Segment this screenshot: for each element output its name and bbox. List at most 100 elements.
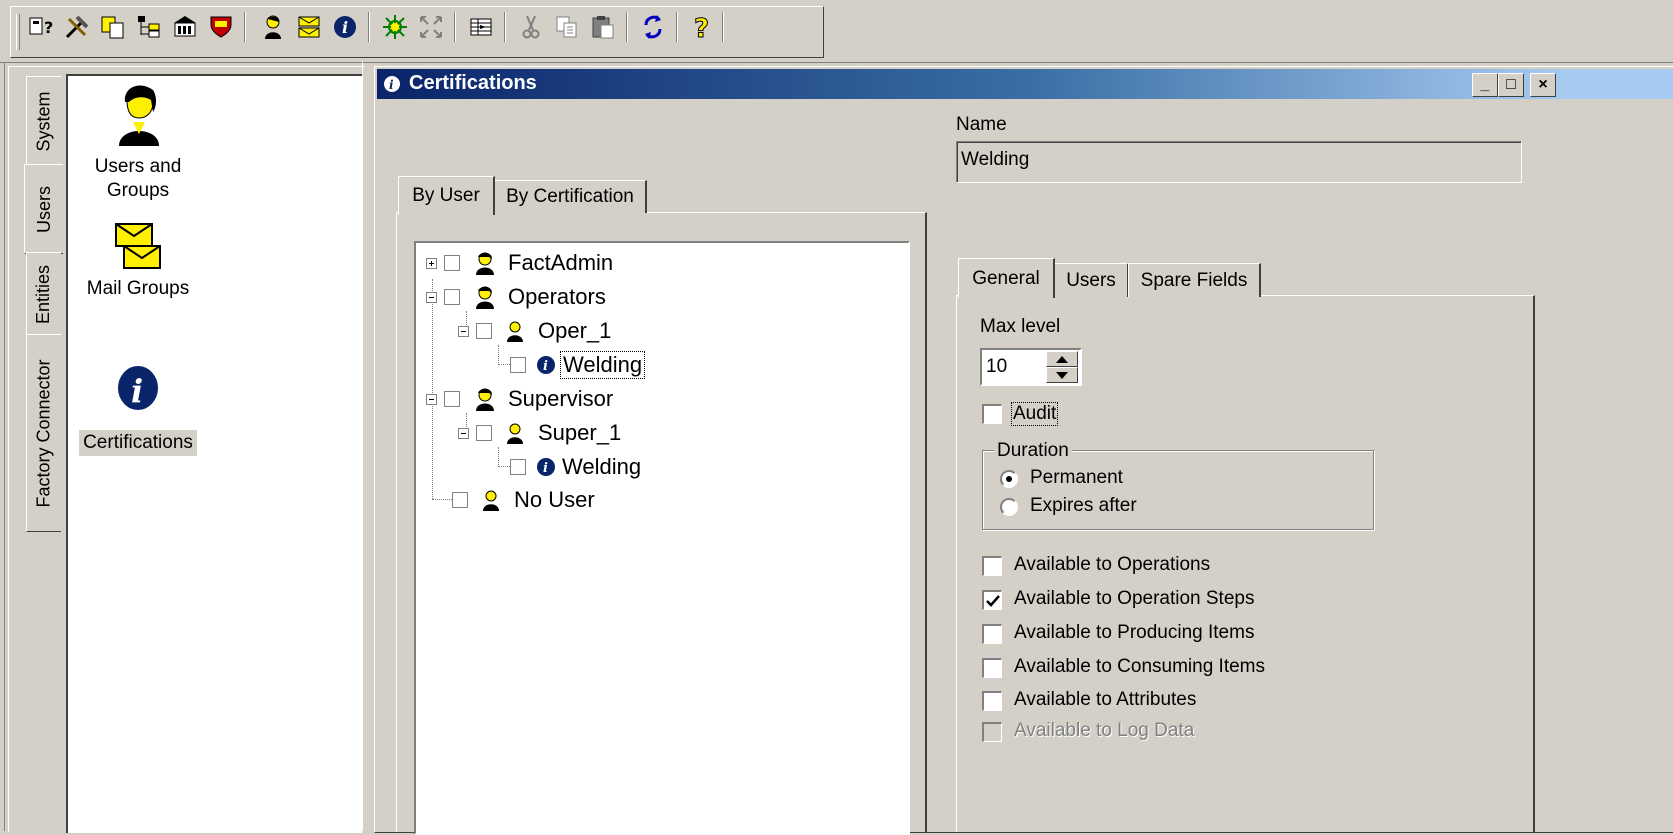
tree-node-label: Oper_1 [538, 318, 612, 343]
help-icon: ? [694, 14, 710, 42]
user-icon [119, 85, 159, 146]
sidebar-tab-factory-connector[interactable]: Factory Connector [26, 334, 61, 532]
available-to-log-data-checkbox [982, 722, 1002, 742]
node-checkbox[interactable] [476, 323, 492, 339]
info-icon: i [334, 16, 356, 38]
available-to-attributes-checkbox[interactable] [982, 691, 1002, 711]
building-button[interactable] [168, 10, 202, 44]
nav-certifications[interactable]: i Certifications [68, 364, 208, 456]
sidebar-tab-users[interactable]: Users [24, 164, 63, 254]
tree-node[interactable]: Super_1 [458, 417, 621, 449]
building-icon [174, 16, 196, 37]
spin-up-button[interactable] [1046, 351, 1078, 367]
users-toolbar-button[interactable] [256, 10, 290, 44]
node-checkbox[interactable] [444, 255, 460, 271]
svg-text:i: i [543, 461, 548, 476]
available-to-operations-checkbox[interactable] [982, 556, 1002, 576]
node-checkbox[interactable] [452, 492, 468, 508]
window-title: Certifications [409, 72, 537, 94]
tree-view-button[interactable] [132, 10, 166, 44]
tree-node[interactable]: Operators [426, 281, 606, 313]
paste-button[interactable] [586, 10, 620, 44]
info-toolbar-button[interactable]: i [328, 10, 362, 44]
spin-down-button[interactable] [1046, 367, 1078, 383]
tree-node[interactable]: FactAdmin [426, 247, 613, 279]
user-group-icon [476, 286, 494, 309]
refresh-button[interactable] [636, 10, 670, 44]
tree-node-label: Super_1 [538, 420, 622, 445]
max-level-spinner[interactable]: 10 [980, 348, 1082, 386]
tab-by-user[interactable]: By User [398, 176, 495, 215]
checkmark-icon [985, 594, 1000, 607]
nav-users-and-groups-label-line1: Users and [94, 156, 182, 177]
name-label: Name [956, 114, 1007, 135]
available-to-operation-steps-checkbox[interactable] [982, 590, 1002, 610]
tree-node-label: Welding [562, 454, 642, 479]
mail-icon [298, 16, 320, 38]
help-button[interactable]: ? [684, 10, 718, 44]
copy-objects-button[interactable] [96, 10, 130, 44]
node-checkbox[interactable] [510, 357, 526, 373]
available-to-producing-items-checkbox[interactable] [982, 624, 1002, 644]
toolbar-separator [244, 12, 246, 42]
toolbar-separator [504, 12, 506, 42]
expires-after-radio[interactable] [1000, 498, 1018, 516]
expand-toggle[interactable] [426, 257, 437, 269]
copy-icon [556, 16, 577, 38]
grid-icon [470, 18, 492, 36]
node-checkbox[interactable] [476, 425, 492, 441]
tree-node[interactable]: Supervisor [426, 383, 613, 415]
sidebar-tab-system[interactable]: System [26, 76, 61, 166]
duration-group [982, 450, 1374, 530]
available-to-consuming-items-checkbox[interactable] [982, 658, 1002, 678]
close-button[interactable]: × [1530, 73, 1556, 97]
node-checkbox[interactable] [444, 391, 460, 407]
maximize-button[interactable]: □ [1498, 73, 1524, 97]
permanent-radio[interactable] [1000, 470, 1018, 488]
sidebar-icon-pane: Users and Groups Mail Groups i Certifica… [66, 74, 362, 833]
tools-button[interactable] [60, 10, 94, 44]
tree-node-label: Supervisor [508, 386, 614, 411]
user-group-icon [476, 388, 494, 411]
max-level-label: Max level [980, 316, 1061, 337]
tab-users[interactable]: Users [1054, 263, 1129, 297]
node-checkbox[interactable] [444, 289, 460, 305]
tab-spare-fields[interactable]: Spare Fields [1128, 263, 1261, 297]
cut-icon [522, 15, 540, 39]
sidebar-tab-entities[interactable]: Entities [26, 252, 61, 336]
copy-button[interactable] [550, 10, 584, 44]
tree-node[interactable]: No User [452, 484, 595, 516]
user-icon [507, 321, 523, 342]
collapse-toggle[interactable] [458, 325, 469, 337]
collapse-toggle[interactable] [426, 393, 437, 405]
tree-node[interactable]: i Welding [510, 451, 641, 483]
tree-node[interactable]: i Welding [510, 349, 646, 381]
user-icon [507, 423, 523, 444]
grid-button[interactable] [464, 10, 498, 44]
minimize-button[interactable]: _ [1472, 73, 1498, 97]
nav-mail-groups[interactable]: Mail Groups [68, 222, 208, 302]
expand-button[interactable] [414, 10, 448, 44]
max-level-value[interactable]: 10 [986, 356, 1007, 378]
user-tree[interactable]: FactAdmin Operators Oper_1 i Welding Sup… [414, 241, 910, 835]
toolbar-separator [676, 12, 678, 42]
shield-button[interactable] [204, 10, 238, 44]
tab-general[interactable]: General [958, 258, 1055, 298]
mail-toolbar-button[interactable] [292, 10, 326, 44]
gear-button[interactable] [378, 10, 412, 44]
nav-users-and-groups[interactable]: Users and Groups [68, 82, 208, 204]
collapse-toggle[interactable] [426, 291, 437, 303]
name-field[interactable]: Welding [956, 141, 1522, 183]
tab-by-certification[interactable]: By Certification [494, 180, 647, 213]
cut-button[interactable] [514, 10, 548, 44]
tree-node[interactable]: Oper_1 [458, 315, 611, 347]
gear-icon [383, 15, 407, 39]
whats-this-button[interactable]: ? [24, 10, 58, 44]
available-to-log-data-label: Available to Log Data [1014, 720, 1195, 741]
window-titlebar[interactable]: i Certifications [377, 69, 1563, 99]
available-to-producing-items-label: Available to Producing Items [1014, 622, 1255, 643]
expand-icon [420, 16, 442, 38]
collapse-toggle[interactable] [458, 427, 469, 439]
audit-checkbox[interactable] [982, 404, 1002, 424]
node-checkbox[interactable] [510, 459, 526, 475]
